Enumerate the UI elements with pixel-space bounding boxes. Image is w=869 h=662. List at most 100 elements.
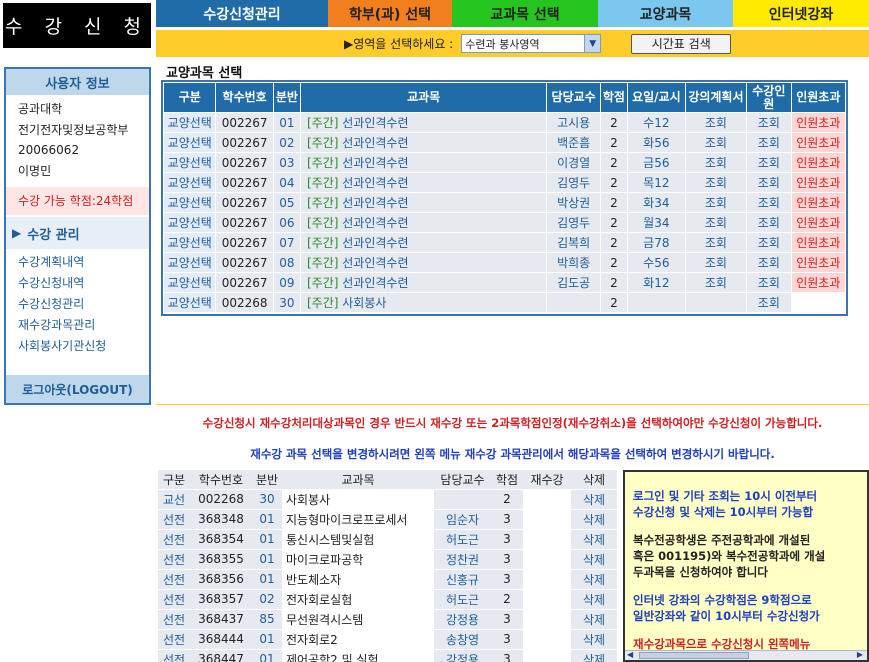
table-row: 교양선택 002267 02 [주간] 선과인격수련 백준흠 2 화56 조회 조회 인원초과 [162,132,847,153]
sidebar-item-enrollment-management[interactable]: 수강신청관리 [6,294,149,315]
delete-button[interactable]: 삭제 [571,629,617,650]
course-name-cell[interactable]: [주간] 선과인격수련 [299,212,548,233]
course-name[interactable]: 선과인격수련 [342,116,408,130]
course-professor: 백준흠 [546,132,601,153]
enrollment-count-link[interactable]: 조회 [746,252,792,273]
column-header: 학점 [599,82,628,113]
delete-button[interactable]: 삭제 [571,529,617,550]
tab-course-select[interactable]: 교과목 선택 [452,0,598,27]
course-credit: 2 [599,272,628,293]
chevron-down-icon[interactable]: ▼ [584,35,601,52]
enrolled-section: 30 [252,489,282,510]
delete-button[interactable]: 삭제 [571,589,617,610]
syllabus-link[interactable]: 조회 [684,132,748,153]
course-name-cell[interactable]: [주간] 선과인격수련 [299,132,548,153]
course-code: 002267 [215,192,274,213]
syllabus-link[interactable]: 조회 [684,172,748,193]
tab-enrollment-management[interactable]: 수강신청관리 [156,0,328,27]
enrolled-credit: 3 [491,549,523,570]
notice-line: 인터넷 강좌의 수강학점은 9학점으로 [633,593,812,607]
course-name[interactable]: 선과인격수련 [342,216,408,230]
delete-button[interactable]: 삭제 [571,509,617,530]
course-credit: 2 [599,192,628,213]
course-time-tag: [주간] [306,276,339,290]
enrollment-count-link[interactable]: 조회 [746,132,792,153]
course-name-cell[interactable]: [주간] 사회봉사 [299,292,548,313]
enrolled-type: 선전 [158,609,190,630]
timetable-search-button[interactable]: 시간표 검색 [631,33,732,54]
user-student-id: 20066062 [18,143,80,157]
scroll-right-icon[interactable]: ▶ [857,650,863,659]
notice-line: 일반강좌와 같이 10시부터 수강신청가 [633,609,820,623]
sidebar-item-volunteer-application[interactable]: 사회봉사기관신청 [6,336,149,357]
course-name-cell[interactable]: [주간] 선과인격수련 [299,192,548,213]
enrolled-type: 선전 [158,649,190,662]
enrollment-count-link[interactable]: 조회 [746,212,792,233]
syllabus-link[interactable]: 조회 [684,152,748,173]
tab-internet-course[interactable]: 인터넷강좌 [733,0,869,27]
enrollment-count-link[interactable]: 조회 [746,292,792,313]
course-name[interactable]: 선과인격수련 [342,236,408,250]
enrollment-count-link[interactable]: 조회 [746,272,792,293]
course-name[interactable]: 선과인격수련 [342,276,408,290]
table-row: 교양선택 002267 05 [주간] 선과인격수련 박상권 2 화34 조회 조회 인원초과 [162,192,847,213]
syllabus-link[interactable]: 조회 [684,252,748,273]
enrollment-count-link[interactable]: 조회 [746,112,792,133]
course-name[interactable]: 선과인격수련 [342,156,408,170]
course-name-cell[interactable]: [주간] 선과인격수련 [299,152,548,173]
retake-notice: 수강신청시 재수강처리대상과목인 경우 반드시 재수강 또는 2과목학점인정(재… [202,416,823,430]
course-time-tag: [주간] [306,216,339,230]
course-time: 화34 [626,192,686,213]
course-type: 교양선택 [162,212,217,233]
enrolled-section: 01 [252,549,282,570]
course-name[interactable]: 선과인격수련 [342,256,408,270]
sidebar-item-course-plan[interactable]: 수강계획내역 [6,252,149,273]
sidebar-item-enrollment-history[interactable]: 수강신청내역 [6,273,149,294]
syllabus-link[interactable]: 조회 [684,232,748,253]
enrolled-code: 368447 [190,649,252,662]
course-name[interactable]: 선과인격수련 [342,196,408,210]
course-name[interactable]: 사회봉사 [342,296,386,310]
enrollment-count-link[interactable]: 조회 [746,152,792,173]
course-time [626,292,686,313]
course-name[interactable]: 선과인격수련 [342,136,408,150]
enrolled-retake [523,649,571,662]
course-name-cell[interactable]: [주간] 선과인격수련 [299,112,548,133]
course-name-cell[interactable]: [주간] 선과인격수련 [299,172,548,193]
user-department: 전기전자및정보공학부 [18,122,129,137]
syllabus-link[interactable]: 조회 [684,272,748,293]
table-row: 교양선택 002267 03 [주간] 선과인격수련 이경열 2 금56 조회 조회 인원초과 [162,152,847,173]
course-professor: 박상권 [546,192,601,213]
horizontal-scrollbar[interactable]: ◀ ▶ [625,650,867,660]
syllabus-link[interactable] [684,292,748,313]
syllabus-link[interactable]: 조회 [684,112,748,133]
course-name-cell[interactable]: [주간] 선과인격수련 [299,272,548,293]
course-name-cell[interactable]: [주간] 선과인격수련 [299,232,548,253]
scrollbar-thumb[interactable] [639,652,749,659]
tab-liberal-arts[interactable]: 교양과목 [598,0,733,27]
course-code: 002267 [215,172,274,193]
user-info-title: 사용자 정보 [6,69,149,95]
tab-department-select[interactable]: 학부(과) 선택 [328,0,452,27]
delete-button[interactable]: 삭제 [571,549,617,570]
area-select-dropdown[interactable]: 수련과 봉사영역 ▼ [461,34,602,53]
course-name-cell[interactable]: [주간] 선과인격수련 [299,252,548,273]
delete-button[interactable]: 삭제 [571,569,617,590]
table-row: 선전 368348 01 지능형마이크로프로세서 임순자 3 삭제 [158,509,617,530]
enrolled-retake [523,629,571,650]
course-section: 04 [272,172,301,193]
enrollment-count-link[interactable]: 조회 [746,172,792,193]
column-header: 재수강 [523,470,571,490]
syllabus-link[interactable]: 조회 [684,212,748,233]
enrollment-count-link[interactable]: 조회 [746,192,792,213]
sidebar-item-retake-management[interactable]: 재수강과목관리 [6,315,149,336]
course-name[interactable]: 선과인격수련 [342,176,408,190]
syllabus-link[interactable]: 조회 [684,192,748,213]
delete-button[interactable]: 삭제 [571,609,617,630]
delete-button[interactable]: 삭제 [571,489,617,510]
scroll-left-icon[interactable]: ◀ [627,650,633,659]
enrollment-count-link[interactable]: 조회 [746,232,792,253]
over-capacity-badge: 인원초과 [790,172,847,193]
logout-button[interactable]: 로그아웃(LOGOUT) [6,375,149,403]
delete-button[interactable]: 삭제 [571,649,617,662]
